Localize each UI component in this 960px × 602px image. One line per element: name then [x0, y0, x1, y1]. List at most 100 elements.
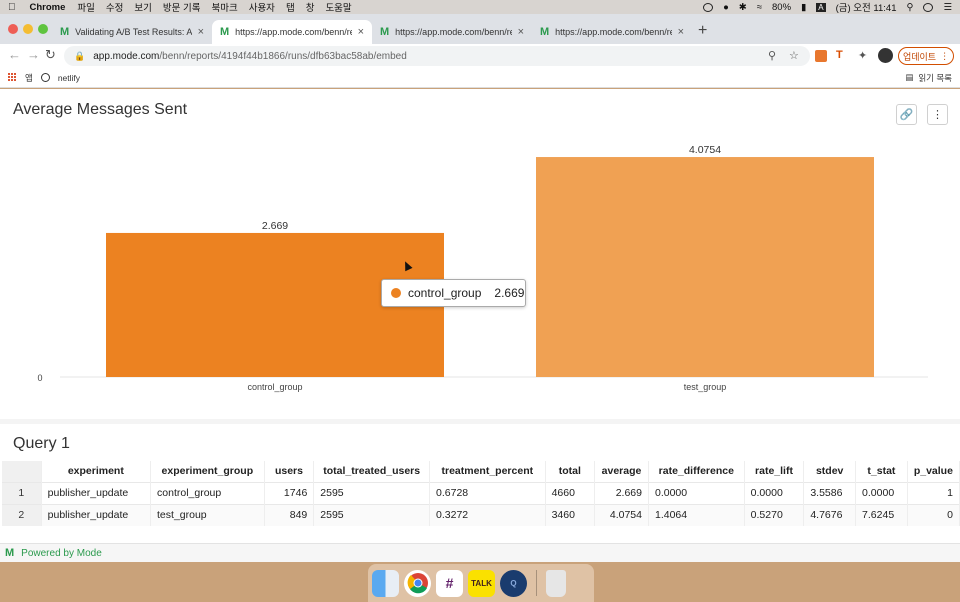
more-vertical-icon: ⋮	[932, 109, 943, 121]
menubar-item-profiles[interactable]: 사용자	[249, 0, 275, 14]
close-tab-icon[interactable]: ×	[678, 26, 684, 38]
menubar-item-tab[interactable]: 탭	[286, 0, 295, 14]
column-header-p-value[interactable]: p_value	[907, 461, 960, 482]
cell-total: 4660	[545, 481, 596, 504]
reading-list-label: 읽기 목록	[918, 72, 952, 83]
battery-percent[interactable]: 80%	[772, 2, 791, 13]
new-tab-icon[interactable]: +	[698, 22, 707, 40]
chat-icon[interactable]: ●	[723, 2, 729, 13]
cell-treatment-percent: 0.3272	[429, 503, 546, 526]
menubar-clock[interactable]: (금) 오전 11:41	[836, 0, 897, 14]
lock-icon[interactable]: 🔒	[74, 51, 85, 62]
cell-stdev: 3.5586	[803, 481, 857, 504]
tooltip-label: control_group	[408, 286, 482, 300]
column-header-t-stat[interactable]: t_stat	[855, 461, 908, 482]
column-header-total[interactable]: total	[545, 461, 596, 482]
mode-favicon-icon: M	[540, 26, 550, 38]
search-icon[interactable]: ⚲	[907, 2, 914, 13]
cell-experiment: publisher_update	[41, 481, 152, 504]
menubar-item-history[interactable]: 방문 기록	[163, 0, 201, 14]
column-header-average[interactable]: average	[594, 461, 649, 482]
minimize-window-icon[interactable]	[23, 24, 33, 34]
menubar-item-file[interactable]: 파일	[77, 0, 94, 14]
cell-average: 2.669	[594, 481, 649, 504]
cell-total-treated-users: 2595	[313, 503, 431, 526]
siri-icon[interactable]	[923, 2, 934, 12]
address-bar[interactable]: 🔒 app.mode.com/benn/reports/4194f44b1866…	[64, 46, 810, 66]
profile-avatar[interactable]	[878, 48, 893, 63]
input-method-icon[interactable]: A	[816, 2, 826, 12]
slack-icon[interactable]: #	[436, 569, 463, 597]
close-tab-icon[interactable]: ×	[198, 26, 204, 38]
cell-rate-difference: 0.0000	[648, 481, 745, 504]
mode-report-page: Average Messages Sent 🔗 ⋮ 0 2.669 control_…	[0, 89, 960, 562]
reload-icon[interactable]: ↻	[45, 47, 56, 63]
column-header-experiment-group[interactable]: experiment_group	[150, 461, 265, 482]
wifi-icon[interactable]: ≈	[757, 2, 762, 13]
bluetooth-icon[interactable]: ✱	[739, 2, 747, 13]
tab-title: https://app.mode.com/benn/re	[555, 27, 672, 37]
finder-icon[interactable]	[372, 569, 399, 597]
column-header-total-treated-users[interactable]: total_treated_users	[313, 461, 431, 482]
cell-p-value: 0	[907, 503, 960, 526]
bookmark-star-icon[interactable]: ☆	[789, 49, 799, 62]
quicktime-icon[interactable]: Q	[500, 569, 527, 597]
column-header-stdev[interactable]: stdev	[803, 461, 857, 482]
query-title: Query 1	[13, 435, 70, 452]
fullscreen-window-icon[interactable]	[38, 24, 48, 34]
tooltip-value: 2.669	[494, 286, 525, 300]
url-host: app.mode.com	[93, 50, 160, 62]
tab-mode-report-2[interactable]: M https://app.mode.com/benn/re ×	[372, 20, 532, 44]
control-center-icon[interactable]: ☰	[943, 2, 952, 13]
extension-2-icon[interactable]: T	[836, 49, 843, 61]
mode-logo-icon: M	[5, 547, 15, 559]
column-header-users[interactable]: users	[264, 461, 315, 482]
zoom-icon[interactable]: ⚲	[768, 49, 776, 62]
menubar-app-name[interactable]: Chrome	[30, 2, 66, 13]
cell-t-stat: 0.0000	[855, 481, 908, 504]
record-icon[interactable]	[703, 2, 714, 12]
column-header-treatment-percent[interactable]: treatment_percent	[429, 461, 546, 482]
column-header-rate-lift[interactable]: rate_lift	[744, 461, 805, 482]
bookmark-apps[interactable]: 앱	[25, 72, 33, 84]
close-tab-icon[interactable]: ×	[358, 26, 364, 38]
menubar-item-help[interactable]: 도움말	[325, 0, 351, 14]
column-header-rate-difference[interactable]: rate_difference	[648, 461, 745, 482]
menubar-item-view[interactable]: 보기	[134, 0, 151, 14]
cell-rate-lift: 0.0000	[744, 481, 805, 504]
mode-favicon-icon: M	[220, 26, 230, 38]
more-vertical-icon: ⋮	[940, 50, 950, 61]
more-options-button[interactable]: ⋮	[927, 104, 948, 125]
cell-t-stat: 7.6245	[855, 503, 908, 526]
tab-mode-report-3[interactable]: M https://app.mode.com/benn/re ×	[532, 20, 692, 44]
apple-menu-icon[interactable]: 	[8, 2, 16, 13]
menubar-item-window[interactable]: 창	[306, 0, 315, 14]
trash-icon[interactable]	[546, 569, 566, 597]
dock-separator	[536, 570, 537, 596]
forward-arrow-icon[interactable]: →	[27, 47, 40, 62]
column-header-experiment[interactable]: experiment	[41, 461, 152, 482]
menubar-item-edit[interactable]: 수정	[106, 0, 123, 14]
cell-stdev: 4.7676	[803, 503, 857, 526]
back-arrow-icon[interactable]: ←	[8, 47, 21, 62]
link-button[interactable]: 🔗	[896, 104, 917, 125]
close-tab-icon[interactable]: ×	[518, 26, 524, 38]
battery-icon[interactable]: ▮	[801, 2, 806, 13]
extension-1-icon[interactable]	[815, 50, 827, 62]
menubar-item-bookmarks[interactable]: 북마크	[211, 0, 237, 14]
update-button[interactable]: 업데이트 ⋮	[898, 47, 954, 65]
reading-list[interactable]: ▤ 읽기 목록	[905, 72, 952, 84]
tab-ab-test-article[interactable]: M Validating A/B Test Results: An ×	[52, 20, 212, 44]
table-row: 1 publisher_update control_group 1746 25…	[2, 481, 960, 504]
tab-mode-report-active[interactable]: M https://app.mode.com/benn/re ×	[212, 20, 372, 44]
extensions-puzzle-icon[interactable]: ✦	[858, 49, 867, 62]
powered-by-footer[interactable]: M Powered by Mode	[0, 543, 960, 562]
kakaotalk-icon[interactable]: TALK	[468, 569, 495, 597]
tab-title: https://app.mode.com/benn/re	[395, 27, 512, 37]
cell-p-value: 1	[907, 481, 960, 504]
apps-grid-icon[interactable]	[8, 73, 17, 82]
bookmark-netlify[interactable]: netlify	[58, 73, 80, 83]
chrome-icon[interactable]	[404, 569, 431, 597]
close-window-icon[interactable]	[8, 24, 18, 34]
y-tick-label: 0	[37, 373, 42, 383]
